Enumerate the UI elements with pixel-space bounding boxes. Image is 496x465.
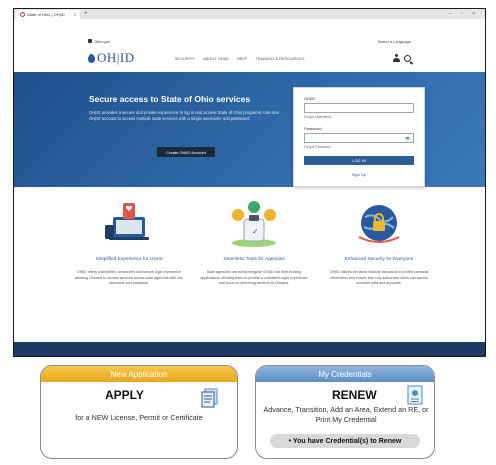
agency-tools-icon: ✓	[232, 201, 276, 247]
password-input[interactable]: 👁	[304, 133, 414, 143]
features-row: Simplified Experience for Users OH|ID of…	[74, 197, 434, 287]
feature-users-title: Simplified Experience for Users	[95, 257, 163, 262]
ohio-gov-label: Ohio.gov	[94, 38, 111, 44]
new-tab-button[interactable]: +	[84, 11, 88, 17]
login-panel: OH|ID Forgot Username Password 👁 Forgot …	[293, 87, 425, 187]
site-navbar: OH|ID SECURITY ABOUT OH|ID HELP TRAINING…	[14, 47, 485, 69]
hero-title: Secure access to State of Ohio services	[89, 94, 251, 104]
renew-status-pill[interactable]: • You have Credential(s) to Renew	[270, 434, 420, 448]
nav-link-about[interactable]: ABOUT OH|ID	[203, 56, 229, 61]
nav-icons	[393, 54, 411, 62]
user-devices-icon	[105, 203, 149, 240]
ohio-favicon-icon	[20, 11, 25, 17]
username-input[interactable]	[304, 103, 414, 113]
feature-security-title: Enhanced Security for Everyone	[344, 257, 414, 262]
show-password-icon[interactable]: 👁	[405, 136, 410, 141]
forgot-username-link[interactable]: Forgot Username	[304, 115, 414, 119]
apply-card[interactable]: New Application APPLY for a NEW License,…	[40, 365, 238, 459]
renew-card[interactable]: My Credentials RENEW Advance, Transition…	[255, 365, 435, 459]
search-icon[interactable]	[404, 54, 411, 62]
username-label: OH|ID	[304, 96, 316, 101]
browser-tab[interactable]: State of Ohio | OH|ID ×	[16, 9, 80, 19]
credential-certificate-icon	[407, 385, 423, 405]
site-footer-band	[14, 342, 485, 356]
tab-title: State of Ohio | OH|ID	[27, 11, 65, 17]
ohio-gov-link[interactable]: Ohio.gov	[88, 39, 110, 44]
browser-tabbar: State of Ohio | OH|ID × + – ▫ ×	[14, 9, 485, 19]
feature-users: Simplified Experience for Users OH|ID of…	[74, 197, 184, 287]
ohid-drop-icon	[88, 53, 95, 63]
feature-agencies-text: State agencies can easily integrate OH|I…	[200, 270, 308, 285]
renew-card-description: Advance, Transition, Add an Area, Extend…	[263, 405, 429, 424]
browser-window: State of Ohio | OH|ID × + – ▫ × Ohio.gov…	[13, 8, 486, 357]
renew-card-title: RENEW	[332, 388, 377, 402]
feature-agencies-title: Seamless Tools for Agencies	[223, 257, 285, 262]
feature-security: Enhanced Security for Everyone OH|ID uti…	[324, 197, 434, 287]
tab-close-icon[interactable]: ×	[74, 12, 76, 17]
user-icon[interactable]	[393, 54, 400, 62]
feature-agencies: ✓ Seamless Tools for Agencies State agen…	[199, 197, 309, 287]
nav-link-help[interactable]: HELP	[237, 56, 247, 61]
create-account-button[interactable]: Create OH|ID Account	[157, 147, 215, 157]
site-topbar: Ohio.gov Select a Language	[14, 35, 485, 47]
signup-link[interactable]: Sign Up	[304, 172, 414, 177]
hero-text: OH|ID provides a secure and private expe…	[89, 110, 279, 121]
ohio-logo-icon	[88, 39, 92, 43]
password-label: Password	[304, 126, 322, 131]
svg-text:✓: ✓	[252, 227, 259, 236]
nav-link-training[interactable]: TRAINING & RESOURCES	[255, 56, 304, 61]
login-button[interactable]: LOG IN	[304, 156, 414, 165]
feature-security-text: OH|ID utilizes the latest industry stand…	[329, 270, 429, 285]
ohid-logo[interactable]: OH|ID	[88, 50, 135, 66]
language-selector[interactable]: Select a Language	[378, 39, 411, 44]
logo-text: OH|ID	[97, 50, 135, 65]
feature-users-text: OH|ID offers a simplified, convenient an…	[75, 270, 183, 285]
security-globe-icon	[358, 205, 400, 243]
forgot-password-link[interactable]: Forgot Password	[304, 145, 414, 149]
renew-card-header: My Credentials	[256, 366, 434, 382]
apply-card-description: for a NEW License, Permit or Certificate	[75, 413, 203, 422]
document-stack-icon	[201, 388, 218, 408]
apply-card-header: New Application	[41, 366, 237, 382]
apply-card-title: APPLY	[105, 388, 144, 402]
nav-link-security[interactable]: SECURITY	[175, 56, 195, 61]
nav-links: SECURITY ABOUT OH|ID HELP TRAINING & RES…	[175, 56, 305, 61]
window-controls[interactable]: – ▫ ×	[449, 11, 479, 17]
